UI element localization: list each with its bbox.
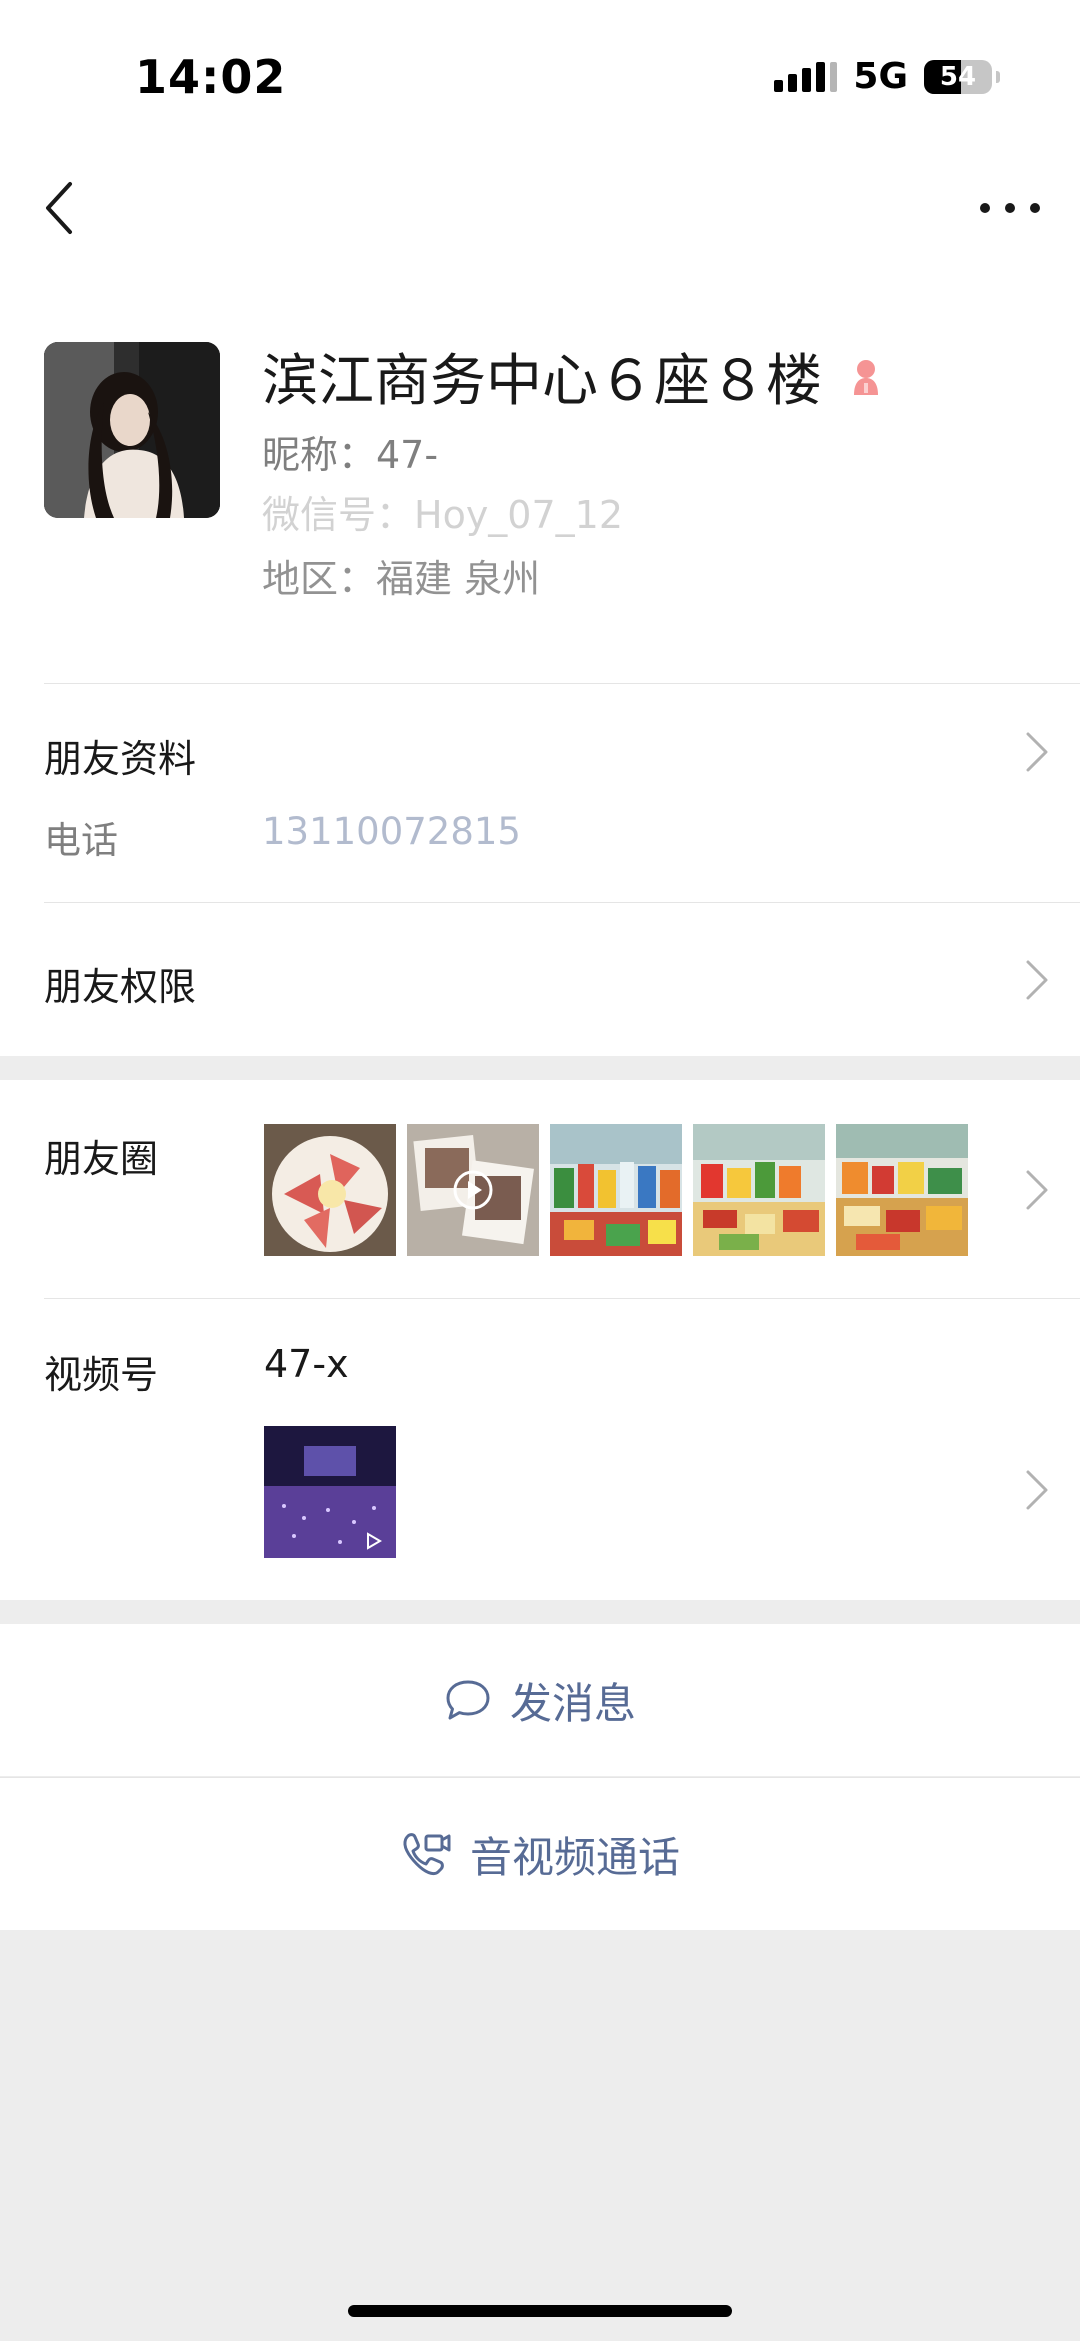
home-indicator[interactable] — [348, 2305, 732, 2317]
channels-title[interactable]: 视频号 — [44, 1344, 158, 1399]
more-dots-icon[interactable] — [980, 196, 1040, 220]
divider — [44, 902, 1080, 903]
send-message-label: 发消息 — [509, 1678, 636, 1728]
friend-permissions-title[interactable]: 朋友权限 — [44, 956, 196, 1011]
chevron-right-icon — [1026, 732, 1048, 772]
send-message-button[interactable]: 发消息 — [0, 1624, 1080, 1776]
moment-thumb[interactable] — [264, 1124, 396, 1256]
phone-label: 电话 — [44, 819, 118, 862]
avatar[interactable] — [44, 342, 220, 518]
region: 地区：福建 泉州 — [262, 557, 541, 601]
status-time: 14:02 — [135, 50, 287, 104]
channel-video-thumb[interactable] — [264, 1426, 396, 1558]
friend-info-title[interactable]: 朋友资料 — [44, 728, 196, 783]
moment-thumb[interactable] — [407, 1124, 539, 1256]
chevron-left-icon[interactable] — [40, 178, 80, 238]
divider — [44, 1298, 1080, 1299]
contact-name: 滨江商务中心６座８楼 — [262, 349, 822, 414]
moments-title[interactable]: 朋友圈 — [44, 1128, 158, 1183]
chevron-right-icon — [1026, 1470, 1048, 1510]
video-call-label: 音视频通话 — [469, 1832, 680, 1882]
battery-icon: 54 — [924, 59, 992, 94]
status-indicators: 5G 54 — [774, 56, 1000, 97]
divider — [44, 683, 1080, 684]
chevron-right-icon — [1026, 960, 1048, 1000]
video-call-button[interactable]: 音视频通话 — [0, 1778, 1080, 1930]
phone-video-icon — [403, 1833, 451, 1876]
phone-number[interactable]: 13110072815 — [262, 810, 521, 853]
female-icon — [854, 359, 878, 395]
moment-thumb[interactable] — [836, 1124, 968, 1256]
moments-thumbnails[interactable] — [264, 1124, 968, 1256]
chevron-right-icon — [1026, 1170, 1048, 1210]
network-label: 5G — [853, 56, 908, 97]
wechat-id[interactable]: 微信号：Hoy_07_12 — [262, 484, 623, 539]
nickname: 昵称：47- — [262, 433, 439, 477]
moment-thumb[interactable] — [550, 1124, 682, 1256]
chat-bubble-icon — [446, 1680, 490, 1720]
signal-icon — [774, 61, 838, 92]
battery-percent: 54 — [939, 61, 977, 92]
channel-name: 47-x — [264, 1342, 349, 1386]
moment-thumb[interactable] — [693, 1124, 825, 1256]
profile-name: 滨江商务中心６座８楼 — [262, 336, 888, 417]
